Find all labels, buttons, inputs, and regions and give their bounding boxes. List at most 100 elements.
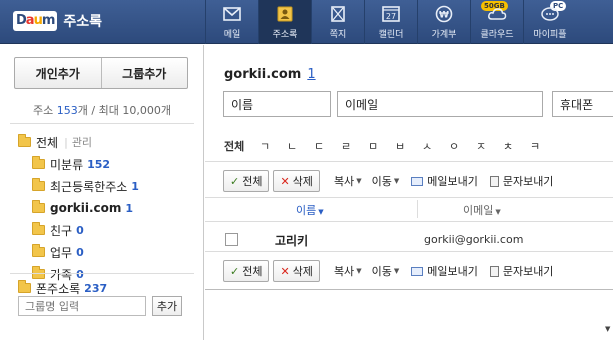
column-header: 이름 ▼ 이메일 ▼ [205,197,613,221]
group-tree: 전체 관리 미분류152 최근등록한주소1 gorkii.com1 친구0 업무… [18,131,198,285]
name-field[interactable] [223,91,331,117]
copy-menu[interactable]: 복사 ▼ [334,263,362,279]
note-icon [331,6,345,22]
delete-icon: ✕ [280,174,290,188]
folder-icon [18,280,31,293]
select-all-button[interactable]: ✓ 전체 [223,260,270,282]
nav-wallet[interactable]: ₩ 가계부 [417,0,470,44]
scroll-down-icon[interactable]: ▼ [605,325,610,333]
nav-mail[interactable]: 메일 [205,0,258,44]
delete-icon: ✕ [280,264,290,278]
add-group-name-button[interactable]: 추가 [152,296,182,316]
send-mail-icon [411,266,424,276]
top-navigation-bar: Daum 주소록 메일 주소록 쪽지 27 캘린더 ₩ 가계부 50GB 클라우… [0,0,613,44]
group-title: gorkii.com 1 [224,67,316,82]
nav-mypeople[interactable]: PC 마이피플 [523,0,576,44]
send-mail-icon [411,176,424,186]
group-item[interactable]: 미분류 152 [18,153,198,175]
send-sms-button[interactable]: 문자보내기 [489,173,553,189]
bottom-toolbar: ✓ 전체 ✕ 삭제 복사 ▼ 이동 ▼ 메일보내기 문자보내기 [223,259,553,283]
cloud-icon [488,8,507,20]
logo-mark: Daum [13,11,58,31]
sms-icon [489,265,499,277]
group-count-link[interactable]: 1 [307,67,315,82]
divider [205,289,613,290]
chevron-down-icon: ▼ [318,208,324,216]
divider [10,273,194,274]
mail-icon [223,7,241,21]
add-buttons: 개인추가 그룹추가 [14,57,188,89]
folder-icon [32,200,45,213]
group-item[interactable]: 최근등록한주소 1 [18,175,198,197]
select-all-button[interactable]: ✓ 전체 [223,170,270,192]
group-item-selected[interactable]: gorkii.com 1 [18,197,198,219]
divider [10,123,194,124]
move-menu[interactable]: 이동 ▼ [372,173,400,189]
chevron-down-icon: ▼ [356,177,362,185]
nav-cloud[interactable]: 50GB 클라우드 [470,0,523,44]
sms-icon [489,175,499,187]
wallet-icon: ₩ [435,5,453,23]
nav-calendar[interactable]: 27 캘린더 [364,0,417,44]
phone-field[interactable] [552,91,613,117]
divider [205,251,613,252]
table-row[interactable]: 고리키 gorkii@gorkii.com [205,228,613,252]
filter-char[interactable]: ㄱ [260,138,287,154]
column-name-sort[interactable]: 이름 ▼ [296,202,324,218]
filter-char[interactable]: ㅂ [395,138,422,154]
filter-char[interactable]: ㅈ [476,138,503,154]
svg-text:27: 27 [386,12,396,21]
address-count: 주소 153개 / 최대 10,000개 [33,104,171,117]
send-sms-button[interactable]: 문자보내기 [489,263,553,279]
row-checkbox[interactable] [225,233,238,246]
filter-char[interactable]: ㄹ [341,138,368,154]
divider [205,221,613,222]
delete-button[interactable]: ✕ 삭제 [273,260,320,282]
chevron-down-icon: ▼ [356,267,362,275]
add-group-button[interactable]: 그룹추가 [100,58,188,88]
delete-button[interactable]: ✕ 삭제 [273,170,320,192]
contact-email[interactable]: gorkii@gorkii.com [424,233,523,246]
group-name-input[interactable] [18,296,146,316]
folder-icon [32,156,45,169]
initial-filter: 전체 ㄱ ㄴ ㄷ ㄹ ㅁ ㅂ ㅅ ㅇ ㅈ ㅊ ㅋ [205,135,613,157]
folder-icon [32,178,45,191]
filter-char[interactable]: ㅋ [530,138,557,154]
nav-note[interactable]: 쪽지 [311,0,364,44]
filter-char[interactable]: ㄴ [287,138,314,154]
group-item[interactable]: 친구 0 [18,219,198,241]
filter-char[interactable]: ㅅ [422,138,449,154]
service-nav: 메일 주소록 쪽지 27 캘린더 ₩ 가계부 50GB 클라우드 PC 마이피플 [205,0,576,44]
folder-icon [32,244,45,257]
check-icon: ✓ [230,264,240,278]
sidebar: 개인추가 그룹추가 주소 153개 / 최대 10,000개 전체 관리 미분류… [0,45,204,340]
check-icon: ✓ [230,174,240,188]
top-toolbar: ✓ 전체 ✕ 삭제 복사 ▼ 이동 ▼ 메일보내기 문자보내기 [223,169,553,193]
send-mail-button[interactable]: 메일보내기 [411,173,478,189]
filter-char[interactable]: ㅇ [449,138,476,154]
filter-char[interactable]: ㅁ [368,138,395,154]
column-divider [417,200,418,218]
nav-addressbook[interactable]: 주소록 [258,0,311,44]
daum-logo[interactable]: Daum 주소록 [13,9,102,33]
filter-all[interactable]: 전체 [224,138,260,154]
column-email-sort[interactable]: 이메일 ▼ [463,202,501,218]
filter-char[interactable]: ㅊ [503,138,530,154]
move-menu[interactable]: 이동 ▼ [372,263,400,279]
filter-char[interactable]: ㄷ [314,138,341,154]
add-person-button[interactable]: 개인추가 [15,58,101,88]
folder-icon [18,134,31,147]
manage-link[interactable]: 관리 [64,134,92,150]
chevron-down-icon: ▼ [393,177,400,185]
contact-name[interactable]: 고리키 [275,232,308,249]
main-content: gorkii.com1 전체 ㄱ ㄴ ㄷ ㄹ ㅁ ㅂ ㅅ ㅇ ㅈ ㅊ ㅋ ✓전체… [205,45,613,340]
email-field[interactable] [337,91,543,117]
group-all[interactable]: 전체 관리 [18,131,198,153]
send-mail-button[interactable]: 메일보내기 [411,263,478,279]
copy-menu[interactable]: 복사 ▼ [334,173,362,189]
chevron-down-icon: ▼ [393,267,400,275]
calendar-icon: 27 [382,6,400,22]
divider [205,161,613,162]
group-item[interactable]: 업무 0 [18,241,198,263]
addressbook-icon [277,6,293,22]
